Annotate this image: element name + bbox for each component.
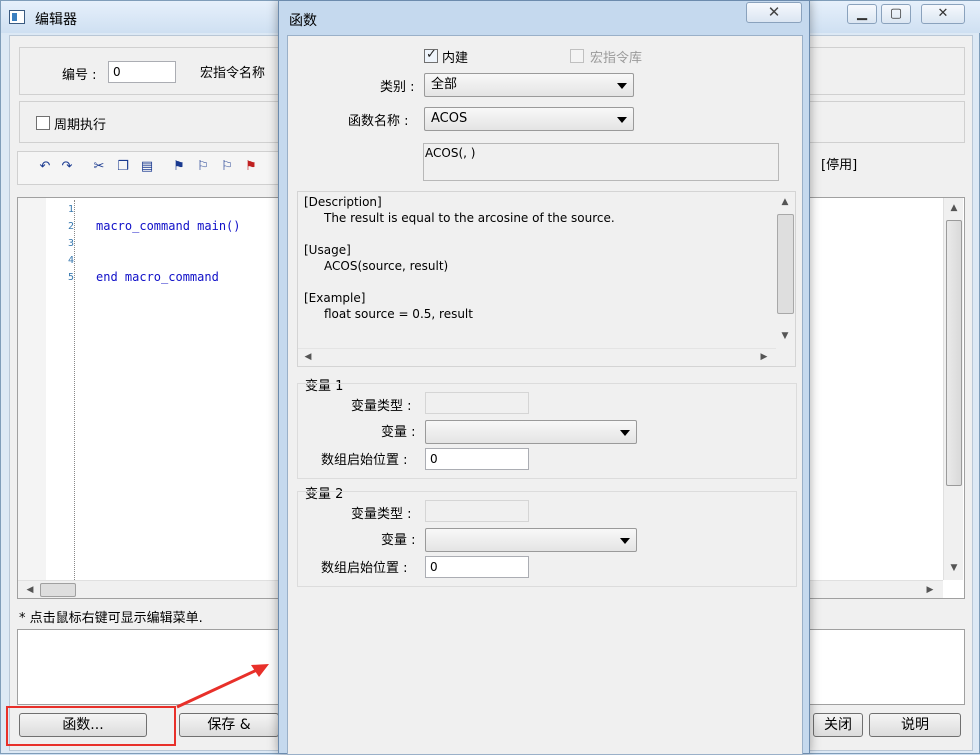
code-vertical-scrollbar[interactable]: ▲ ▼ xyxy=(943,198,963,580)
status-label: [停用] xyxy=(821,158,858,173)
chevron-down-icon xyxy=(620,538,630,544)
bookmark-icon[interactable]: ⚑ xyxy=(170,158,188,176)
hint-text: * 点击鼠标右键可显示编辑菜单. xyxy=(19,611,203,626)
periodic-checkbox[interactable] xyxy=(36,116,50,130)
description-line xyxy=(304,226,615,242)
line-number: 5 xyxy=(67,272,74,283)
chevron-down-icon xyxy=(617,83,627,89)
description-vscroll-thumb[interactable] xyxy=(777,214,794,314)
copy-icon[interactable]: ❐ xyxy=(114,158,132,176)
scroll-down-icon[interactable]: ▼ xyxy=(777,328,793,344)
function-description[interactable]: [Description] The result is equal to the … xyxy=(297,191,796,367)
scroll-up-icon[interactable]: ▲ xyxy=(777,194,793,210)
code-line: macro_command main() xyxy=(96,219,241,233)
minimize-icon[interactable]: ▁ xyxy=(847,4,877,24)
function-prototype: ACOS(, ) xyxy=(423,143,779,181)
close-button[interactable]: 关闭 xyxy=(813,713,863,737)
cut-icon[interactable]: ✂ xyxy=(90,158,108,176)
var1-array-start-label: 数组启始位置 : xyxy=(321,453,408,468)
description-horizontal-scrollbar[interactable]: ◀ ▶ xyxy=(298,348,776,366)
var1-var-select[interactable] xyxy=(425,420,637,444)
description-line: [Description] xyxy=(304,195,382,209)
macro-lib-checkbox[interactable] xyxy=(570,49,584,63)
undo-icon[interactable]: ↶ xyxy=(36,158,54,176)
chevron-down-icon xyxy=(620,430,630,436)
var2-array-start-field[interactable]: 0 xyxy=(425,556,529,578)
code-vscroll-thumb[interactable] xyxy=(946,220,962,486)
bookmark-prev-icon[interactable]: ⚐ xyxy=(218,158,236,176)
var2-var-select[interactable] xyxy=(425,528,637,552)
help-button[interactable]: 说明 xyxy=(869,713,961,737)
function-name-value: ACOS xyxy=(431,111,468,126)
function-dialog: 函数 ✕ 内建 宏指令库 类别 : 全部 函数名称 : ACOS ACOS(, … xyxy=(278,0,810,755)
var1-type-label: 变量类型 : xyxy=(351,399,412,414)
editor-toolbar: ↶ ↷ ✂ ❐ ▤ ⚑ ⚐ ⚐ ⚑ xyxy=(17,151,279,185)
gutter-divider xyxy=(74,200,75,580)
builtin-label: 内建 xyxy=(442,51,469,66)
scroll-left-icon[interactable]: ◀ xyxy=(22,582,38,598)
line-number: 4 xyxy=(67,255,74,266)
chevron-down-icon xyxy=(617,117,627,123)
save-button[interactable]: 保存 & xyxy=(179,713,279,737)
scroll-right-icon[interactable]: ▶ xyxy=(756,349,772,365)
number-label: 编号 : xyxy=(62,68,97,83)
var2-type-label: 变量类型 : xyxy=(351,507,412,522)
scroll-left-icon[interactable]: ◀ xyxy=(300,349,316,365)
category-label: 类别 : xyxy=(380,80,415,95)
category-select[interactable]: 全部 xyxy=(424,73,634,97)
macro-lib-label: 宏指令库 xyxy=(590,51,643,66)
code-line: end macro_command xyxy=(96,270,219,284)
scroll-up-icon[interactable]: ▲ xyxy=(946,200,962,216)
description-line: ACOS(source, result) xyxy=(324,259,449,273)
description-line: [Example] xyxy=(304,291,366,305)
description-vertical-scrollbar[interactable]: ▲ ▼ xyxy=(776,192,795,348)
line-number: 2 xyxy=(67,221,74,232)
code-hscroll-thumb[interactable] xyxy=(40,583,76,597)
var1-type-field xyxy=(425,392,529,414)
macro-name-label: 宏指令名称 xyxy=(200,66,266,81)
function-name-label: 函数名称 : xyxy=(348,114,409,129)
category-value: 全部 xyxy=(431,77,458,92)
dialog-title: 函数 xyxy=(289,13,317,29)
scroll-right-icon[interactable]: ▶ xyxy=(922,582,938,598)
maximize-icon[interactable]: ▢ xyxy=(881,4,911,24)
editor-title: 编辑器 xyxy=(35,12,77,28)
line-number: 1 xyxy=(67,204,74,215)
description-line: float source = 0.5, result xyxy=(324,307,473,321)
var2-type-field xyxy=(425,500,529,522)
scroll-down-icon[interactable]: ▼ xyxy=(946,560,962,576)
bookmark-next-icon[interactable]: ⚐ xyxy=(194,158,212,176)
editor-gutter xyxy=(18,198,46,580)
var2-var-label: 变量 : xyxy=(381,533,416,548)
function-button-highlight xyxy=(6,706,176,746)
description-line xyxy=(304,274,615,290)
description-text: [Description] The result is equal to the … xyxy=(304,194,615,322)
line-number: 3 xyxy=(67,238,74,249)
editor-close-icon[interactable]: ✕ xyxy=(921,4,965,24)
description-line: The result is equal to the arcosine of t… xyxy=(324,211,615,225)
description-line: [Usage] xyxy=(304,243,351,257)
var1-var-label: 变量 : xyxy=(381,425,416,440)
redo-icon[interactable]: ↷ xyxy=(58,158,76,176)
var1-array-start-field[interactable]: 0 xyxy=(425,448,529,470)
periodic-label: 周期执行 xyxy=(54,118,107,133)
var2-array-start-label: 数组启始位置 : xyxy=(321,561,408,576)
dialog-close-icon[interactable]: ✕ xyxy=(746,2,802,23)
bookmark-clear-icon[interactable]: ⚑ xyxy=(242,158,260,176)
number-field[interactable]: 0 xyxy=(108,61,176,83)
function-name-select[interactable]: ACOS xyxy=(424,107,634,131)
builtin-checkbox[interactable] xyxy=(424,47,438,63)
annotation-arrow-icon xyxy=(176,664,269,709)
paste-icon[interactable]: ▤ xyxy=(138,158,156,176)
editor-app-icon xyxy=(9,10,25,24)
